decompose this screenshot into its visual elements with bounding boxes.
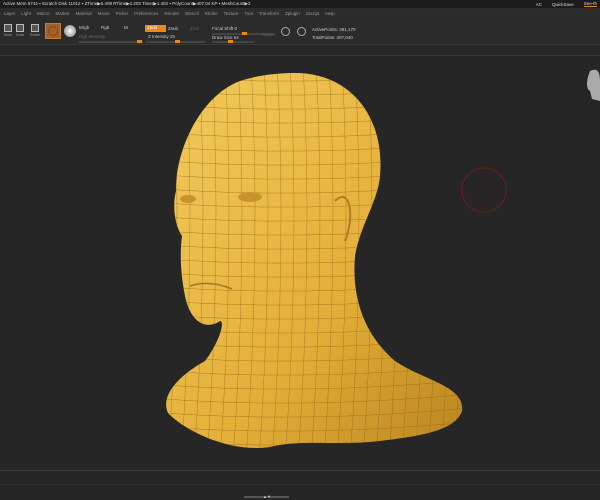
viewport-canvas[interactable] bbox=[0, 55, 600, 470]
menu-macro[interactable]: Macro bbox=[37, 11, 50, 16]
scale-label: Scale bbox=[15, 33, 25, 37]
quicksave-button[interactable]: QuickSave bbox=[552, 2, 574, 7]
rotate-icon bbox=[31, 24, 39, 32]
dynamic-button[interactable]: Dynamic bbox=[262, 33, 276, 37]
menu-zplugin[interactable]: Zplugin bbox=[285, 11, 300, 16]
menu-layer[interactable]: Layer bbox=[4, 11, 15, 16]
ac-label[interactable]: AC bbox=[536, 2, 542, 7]
bottom-divider bbox=[0, 470, 600, 471]
z-intensity-slider[interactable] bbox=[145, 40, 205, 43]
menu-help[interactable]: Help bbox=[325, 11, 334, 16]
menu-stroke[interactable]: Stroke bbox=[205, 11, 218, 16]
navigation-head-icon[interactable] bbox=[587, 69, 600, 101]
status-bar: Active Mem 5744 ▪ Scratch Disk 11012 ▪ Z… bbox=[0, 0, 600, 8]
menu-render[interactable]: Render bbox=[164, 11, 179, 16]
rgb-button[interactable]: Rgb bbox=[101, 25, 109, 30]
move-icon bbox=[4, 24, 12, 32]
zsub-button[interactable]: Zsub bbox=[168, 26, 178, 31]
bottom-scrollbar[interactable]: ▲▼ bbox=[244, 494, 289, 499]
focal-shift-label: Focal Shift 0 bbox=[212, 26, 238, 31]
move-button[interactable]: Move bbox=[2, 24, 14, 37]
rgb-intensity-label: Rgb Intensity bbox=[79, 34, 106, 39]
active-points: ActivePoints: 391,170 bbox=[312, 27, 356, 32]
menu-bar: Layer Light Macro Marker Material Movie Picker… bbox=[0, 8, 600, 18]
menu-marker[interactable]: Marker bbox=[56, 11, 70, 16]
m-button[interactable]: M bbox=[124, 25, 128, 30]
menu-transform[interactable]: Transform bbox=[259, 11, 279, 16]
menu-light[interactable]: Light bbox=[21, 11, 31, 16]
menu-preferences[interactable]: Preferences bbox=[134, 11, 158, 16]
stats-text: Active Mem 5744 ▪ Scratch Disk 11012 ▪ Z… bbox=[3, 1, 251, 6]
menu-stencil[interactable]: Stencil bbox=[185, 11, 199, 16]
lazy-mouse-icon[interactable] bbox=[281, 27, 290, 36]
draw-size-slider[interactable] bbox=[212, 40, 254, 43]
head-mesh[interactable] bbox=[150, 61, 470, 461]
scale-button[interactable]: Scale bbox=[14, 24, 26, 37]
toolbar: Move Scale Rotate Mrgb Rgb M Rgb Intensi… bbox=[0, 18, 600, 45]
backface-mask-icon[interactable] bbox=[297, 27, 306, 36]
menu-tool[interactable]: Tool bbox=[244, 11, 252, 16]
rotate-label: Rotate bbox=[29, 33, 41, 37]
rgb-intensity-slider[interactable] bbox=[79, 40, 143, 43]
rotate-button[interactable]: Rotate bbox=[29, 24, 41, 37]
menu-material[interactable]: Material bbox=[76, 11, 92, 16]
move-label: Move bbox=[3, 33, 13, 37]
scroll-arrows[interactable]: ▲▼ bbox=[263, 494, 271, 499]
z-intensity-label: Z Intensity 25 bbox=[148, 34, 176, 39]
material-button[interactable] bbox=[45, 23, 61, 39]
bottom-shelf-divider bbox=[0, 484, 600, 485]
zcut-button[interactable]: Zcut bbox=[190, 26, 199, 31]
mrgb-button[interactable]: Mrgb bbox=[79, 25, 89, 30]
eye-right bbox=[238, 192, 262, 202]
brush-button[interactable] bbox=[64, 25, 76, 37]
brush-cursor bbox=[461, 167, 507, 213]
menu-zscript[interactable]: Zscript bbox=[306, 11, 320, 16]
scale-icon bbox=[16, 24, 24, 32]
menu-movie[interactable]: Movie bbox=[98, 11, 110, 16]
zadd-button[interactable]: Zadd bbox=[145, 25, 166, 32]
eye-left bbox=[180, 195, 196, 203]
see-through-slider[interactable]: See-th bbox=[583, 1, 597, 7]
material-sphere-icon bbox=[48, 26, 58, 36]
menu-picker[interactable]: Picker bbox=[116, 11, 129, 16]
draw-size-label: Draw Size 64 bbox=[212, 35, 239, 40]
total-points: TotalPoints: 407,040 bbox=[312, 35, 353, 40]
menu-texture[interactable]: Texture bbox=[224, 11, 239, 16]
